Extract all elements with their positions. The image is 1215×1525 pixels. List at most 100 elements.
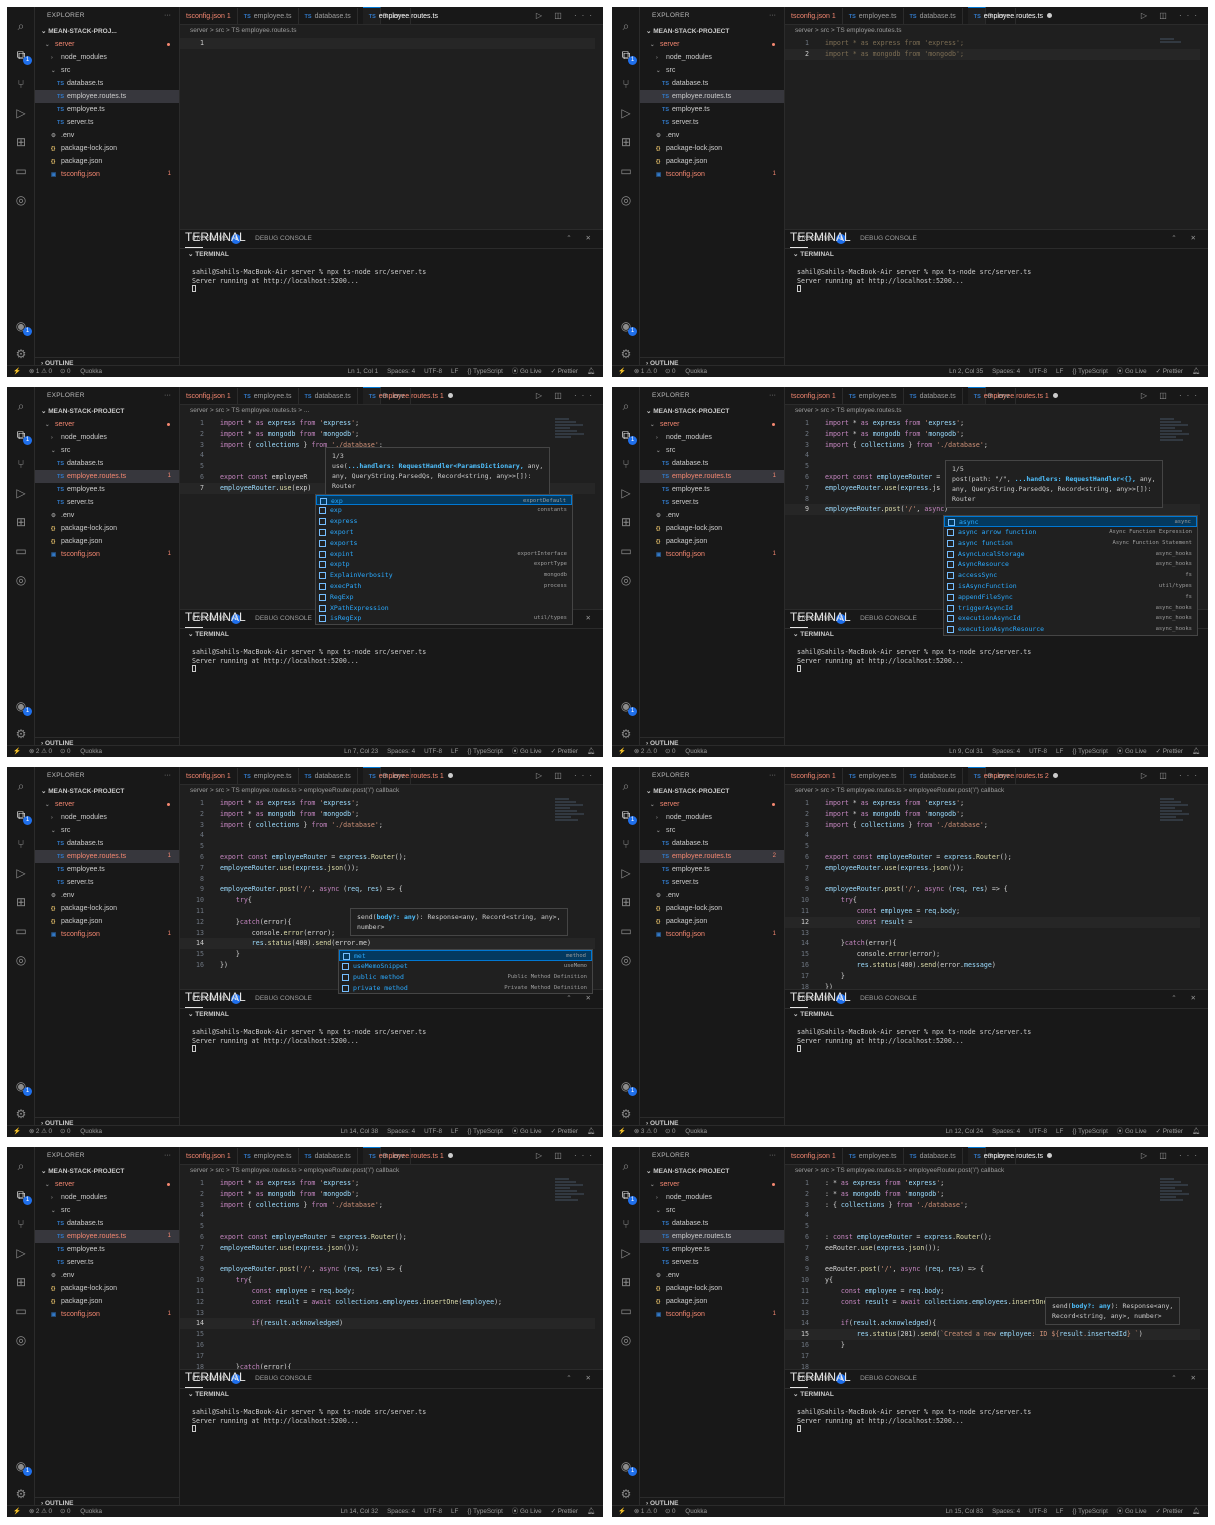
file-tree-item[interactable]: {} package.json [640, 1295, 784, 1308]
status-indentation[interactable]: Spaces: 4 [992, 1128, 1020, 1135]
file-tree-item[interactable]: ▣ tsconfig.json 1 [35, 928, 179, 941]
code-line[interactable]: 3 import { collections } from './database… [785, 820, 1200, 831]
file-tree-item[interactable]: ⌄ server [640, 1178, 784, 1191]
tab-env[interactable]: ⚙ .env [376, 8, 412, 24]
manage-gear-icon[interactable]: ⚙ [617, 725, 635, 743]
tab-tsconfig-json[interactable]: tsconfig.json 1 [180, 768, 238, 784]
status-prettier[interactable]: ✓ Prettier [1156, 1508, 1183, 1515]
tab-env[interactable]: ⚙ .env [376, 1148, 412, 1164]
status-indentation[interactable]: Spaces: 4 [387, 1508, 415, 1515]
suggestion-item[interactable]: public method Public Method Definition [339, 972, 592, 983]
tab-employee-ts[interactable]: TS employee.ts [238, 388, 299, 404]
terminal-output[interactable]: sahil@Sahils-MacBook-Air server % npx ts… [785, 260, 1208, 295]
status-language[interactable]: {} TypeScript [467, 368, 503, 375]
code-line[interactable]: 4 [785, 1210, 1200, 1221]
file-tree-item[interactable]: ▣ tsconfig.json 1 [640, 928, 784, 941]
status-language[interactable]: {} TypeScript [467, 1508, 503, 1515]
code-line[interactable]: 12 const result = [785, 916, 1200, 928]
search-icon[interactable]: ⌕ [617, 17, 635, 35]
panel-actions[interactable]: ⌃ ✕ [566, 230, 597, 248]
file-tree-item[interactable]: ⚙ .env [35, 509, 179, 522]
code-line[interactable]: 15 res.status(201).send(`Created a new e… [785, 1329, 1200, 1340]
file-tree-item[interactable]: ⌄ server [35, 38, 179, 51]
status-cursor-position[interactable]: Ln 9, Col 31 [949, 748, 983, 755]
run-debug-icon[interactable]: ▷ [12, 864, 30, 882]
code-line[interactable]: 13 [785, 928, 1200, 939]
file-tree-item[interactable]: ▣ tsconfig.json 1 [640, 548, 784, 561]
explorer-icon[interactable]: ⧉ 1 [12, 426, 32, 445]
file-tree-item[interactable]: ⚙ .env [640, 889, 784, 902]
source-control-icon[interactable]: ⑂ [617, 835, 635, 853]
file-tree-item[interactable]: ⌄ server [640, 798, 784, 811]
breadcrumb[interactable]: server > src > TS employee.routes.ts [190, 26, 296, 36]
terminal-output[interactable]: sahil@Sahils-MacBook-Air server % npx ts… [180, 640, 603, 675]
code-line[interactable]: 2: * as mongodb from 'mongodb'; [785, 1189, 1200, 1200]
terminal-output[interactable]: sahil@Sahils-MacBook-Air server % npx ts… [180, 1020, 603, 1055]
code-line[interactable]: 6 export const employeeRouter = express.R… [180, 852, 595, 863]
status-quokka[interactable]: Quokka [79, 368, 102, 375]
remote-explorer-icon[interactable]: ▭ [617, 162, 635, 180]
status-eol[interactable]: LF [451, 1508, 458, 1515]
extensions-icon[interactable]: ⊞ [12, 513, 30, 531]
code-line[interactable]: 14 if(result.acknowledged) [180, 1318, 595, 1330]
project-folder[interactable]: ⌄ MEAN-STACK-PROJECT [35, 785, 179, 798]
project-folder[interactable]: ⌄ MEAN-STACK-PROJECT [640, 25, 784, 38]
tab-terminal[interactable]: TERMINAL [185, 610, 246, 628]
file-tree-item[interactable]: TS employee.ts [640, 483, 784, 496]
file-tree-item[interactable]: TS server.ts [35, 1256, 179, 1269]
search-icon[interactable]: ⌕ [617, 397, 635, 415]
more-actions-icon[interactable]: ··· [769, 767, 776, 785]
notifications-bell-icon[interactable]: 🔔︎ [587, 1508, 595, 1515]
source-control-icon[interactable]: ⑂ [12, 835, 30, 853]
tab-employee-ts[interactable]: TS employee.ts [843, 768, 904, 784]
code-line[interactable]: 4 [785, 830, 1200, 841]
file-tree-item[interactable]: {} package.json [35, 535, 179, 548]
tab-database-ts[interactable]: TS database.ts [299, 388, 358, 404]
tab-tsconfig-json[interactable]: tsconfig.json 1 [785, 388, 843, 404]
run-debug-icon[interactable]: ▷ [12, 104, 30, 122]
file-tree-item[interactable]: TS server.ts [640, 496, 784, 509]
tab-terminal[interactable]: TERMINAL [790, 1370, 851, 1388]
remote-indicator-icon[interactable]: ⚡ [13, 1128, 21, 1135]
code-line[interactable]: 3 import { collections } from './database… [785, 440, 1200, 451]
status-language[interactable]: {} TypeScript [1072, 1508, 1108, 1515]
file-tree-item[interactable]: {} package-lock.json [640, 522, 784, 535]
code-line[interactable]: 11 const employee = req.body; [180, 1286, 595, 1297]
status-encoding[interactable]: UTF-8 [424, 748, 442, 755]
tab-employee-ts[interactable]: TS employee.ts [843, 8, 904, 24]
status-quokka[interactable]: Quokka [79, 1508, 102, 1515]
editor-actions[interactable]: ▷ ◫ ··· [536, 7, 597, 24]
breadcrumb[interactable]: server > src > TS employee.routes.ts > e… [795, 786, 1004, 796]
editor-actions[interactable]: ▷ ◫ ··· [1141, 387, 1202, 404]
code-line[interactable]: 1 import * as express from 'express'; [180, 798, 595, 809]
file-tree-item[interactable]: TS employee.routes.ts [640, 1230, 784, 1243]
live-share-icon[interactable]: ◎ [12, 191, 30, 209]
tab-env[interactable]: ⚙ .env [376, 768, 412, 784]
code-line[interactable]: 5 [785, 841, 1200, 852]
file-tree-item[interactable]: {} package-lock.json [35, 902, 179, 915]
status-eol[interactable]: LF [451, 1128, 458, 1135]
editor-actions[interactable]: ▷ ◫ ··· [1141, 1147, 1202, 1164]
tab-database-ts[interactable]: TS database.ts [904, 1148, 963, 1164]
status-prettier[interactable]: ✓ Prettier [551, 1128, 578, 1135]
remote-indicator-icon[interactable]: ⚡ [618, 1508, 626, 1515]
live-share-icon[interactable]: ◎ [617, 191, 635, 209]
tab-employee-ts[interactable]: TS employee.ts [238, 8, 299, 24]
code-line[interactable]: 11 const employee = req.body; [785, 1286, 1200, 1297]
status-go-live[interactable]: ⦿ Go Live [512, 1128, 542, 1135]
status-go-live[interactable]: ⦿ Go Live [1117, 1128, 1147, 1135]
remote-indicator-icon[interactable]: ⚡ [618, 748, 626, 755]
status-indentation[interactable]: Spaces: 4 [387, 1128, 415, 1135]
notifications-bell-icon[interactable]: 🔔︎ [1192, 368, 1200, 375]
status-eol[interactable]: LF [1056, 748, 1063, 755]
code-line[interactable]: 1 import * as express from 'express'; [180, 1178, 595, 1189]
more-actions-icon[interactable]: ··· [164, 767, 171, 785]
status-cursor-position[interactable]: Ln 14, Col 32 [341, 1508, 378, 1515]
file-tree-item[interactable]: {} package-lock.json [640, 1282, 784, 1295]
status-quokka[interactable]: Quokka [684, 1128, 707, 1135]
code-line[interactable]: 7 employeeRouter.use(express.json()); [180, 863, 595, 874]
suggestion-item[interactable]: export [316, 527, 572, 538]
code-line[interactable]: 2 import * as mongodb from 'mongodb'; [785, 48, 1200, 60]
tab-debug-console[interactable]: DEBUG CONSOLE [255, 1370, 312, 1388]
code-line[interactable]: 3 import { collections } from './database… [180, 1200, 595, 1211]
